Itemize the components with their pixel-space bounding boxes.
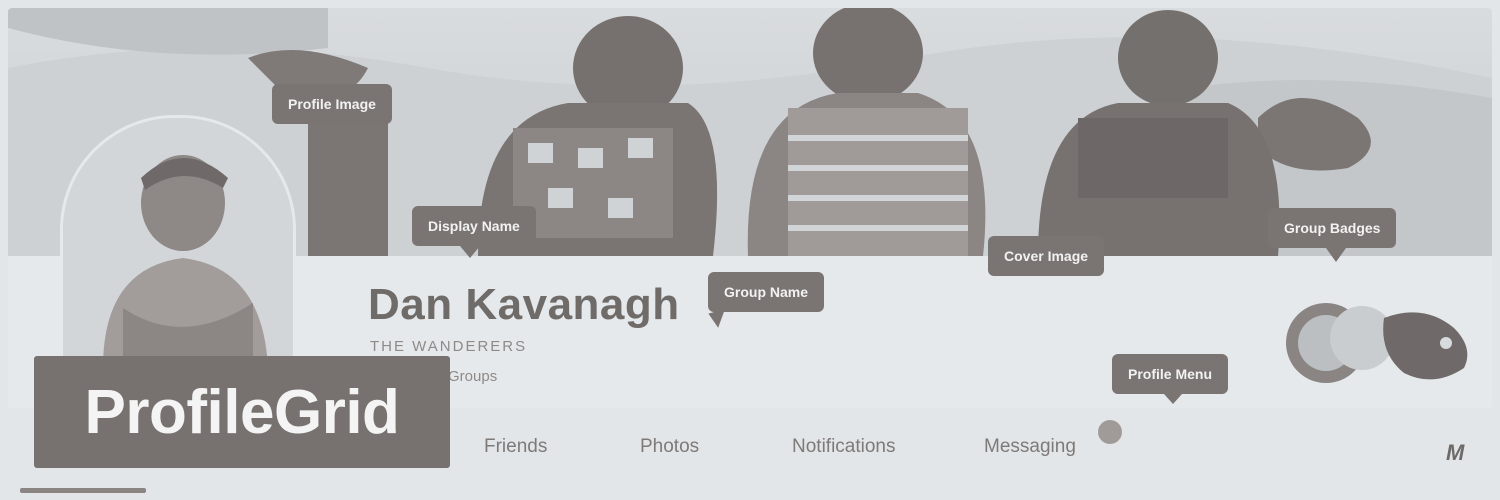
- callout-tail: [460, 246, 480, 258]
- group-name[interactable]: THE WANDERERS: [370, 338, 527, 355]
- brand-mark-icon: M: [1446, 440, 1465, 465]
- callout-tail: [1326, 248, 1346, 262]
- groups-link[interactable]: Groups: [448, 368, 497, 385]
- callout-label: Group Badges: [1284, 220, 1381, 236]
- callout-display-name: Display Name: [412, 206, 536, 258]
- menu-item-friends[interactable]: Friends: [484, 436, 547, 458]
- callout-group-name: Group Name: [705, 272, 825, 328]
- callout-profile-menu: Profile Menu: [1112, 354, 1229, 404]
- callout-label: Profile Image: [288, 96, 376, 112]
- avatar-illustration: [63, 118, 293, 368]
- callout-tail: [1164, 394, 1182, 404]
- callout-group-badges: Group Badges: [1268, 208, 1397, 262]
- logo-text: ProfileGrid: [84, 377, 400, 447]
- menu-item-messaging[interactable]: Messaging: [984, 436, 1076, 458]
- profile-image[interactable]: [60, 115, 296, 371]
- group-badge-icon[interactable]: [1383, 312, 1468, 380]
- callout-label: Profile Menu: [1128, 366, 1213, 382]
- menu-item-photos[interactable]: Photos: [640, 436, 699, 458]
- callout-label: Display Name: [428, 218, 520, 234]
- group-badges[interactable]: [1284, 298, 1484, 388]
- callout-profile-image: Profile Image: [272, 84, 392, 124]
- callout-cover-image: Cover Image: [988, 236, 1105, 276]
- callout-label: Cover Image: [1004, 248, 1089, 264]
- display-name: Dan Kavanagh: [368, 280, 680, 329]
- callout-label: Group Name: [724, 284, 809, 300]
- menu-item-notifications[interactable]: Notifications: [792, 436, 896, 458]
- notification-dot-icon[interactable]: [1098, 420, 1122, 444]
- profilegrid-logo: ProfileGrid: [34, 356, 450, 468]
- active-tab-indicator: [20, 488, 146, 493]
